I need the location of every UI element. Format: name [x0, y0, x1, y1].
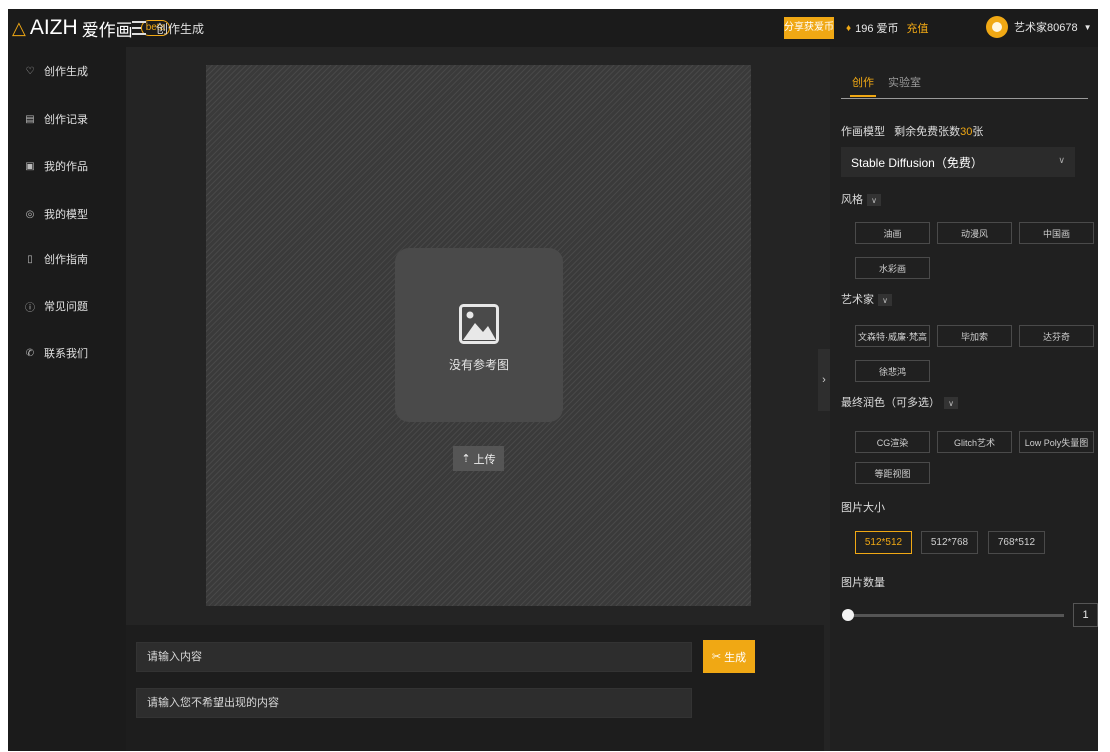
count-label: 图片数量 [841, 577, 885, 589]
finish-label-row[interactable]: 最终润色（可多选） ∨ [841, 394, 958, 410]
model-select-value: Stable Diffusion（免费） [851, 155, 983, 170]
sidebar-item-faq[interactable]: ⓘ 常见问题 [8, 294, 126, 318]
logo-triangle-icon: △ [12, 17, 26, 38]
user-menu[interactable]: 艺术家80678 ▼ [986, 16, 1092, 38]
model-label-row: 作画模型 剩余免费张数30张 [841, 123, 983, 139]
finish-option[interactable]: CG渲染 [855, 431, 930, 453]
bulb-icon: ♡ [25, 65, 35, 77]
count-slider-thumb[interactable] [842, 609, 854, 621]
style-option[interactable]: 油画 [855, 222, 930, 244]
panel-tabs: 创作 实验室 [841, 74, 1088, 99]
size-option-768x512[interactable]: 768*512 [988, 531, 1045, 554]
sidebar-item-contact[interactable]: ✆ 联系我们 [8, 341, 126, 365]
style-option[interactable]: 中国画 [1019, 222, 1094, 244]
artist-label: 艺术家 [841, 294, 874, 306]
artist-option[interactable]: 徐悲鸿 [855, 360, 930, 382]
sidebar-item-label: 创作生成 [44, 66, 88, 78]
sidebar-item-label: 创作记录 [44, 114, 88, 126]
app-window: △ AIZH 爱作画 beta 创作生成 分享获爱币 ♦ 196 爱币 充值 艺… [8, 9, 1098, 751]
top-bar: △ AIZH 爱作画 beta 创作生成 分享获爱币 ♦ 196 爱币 充值 艺… [8, 9, 1098, 47]
free-unit: 张 [972, 126, 984, 138]
chevron-down-icon: ∨ [1058, 155, 1065, 165]
logo-text: AIZH [29, 16, 78, 39]
artist-option[interactable]: 毕加索 [937, 325, 1012, 347]
avatar [986, 16, 1008, 38]
size-label: 图片大小 [841, 502, 885, 514]
sidebar-item-label: 我的模型 [44, 209, 88, 221]
chevron-down-icon: ∨ [944, 397, 958, 410]
style-label: 风格 [841, 194, 863, 206]
chevron-down-icon: ∨ [867, 194, 881, 207]
finish-label: 最终润色（可多选） [841, 397, 940, 409]
settings-panel: 创作 实验室 作画模型 剩余免费张数30张 Stable Diffusion（免… [830, 47, 1098, 751]
breadcrumb: 创作生成 [156, 22, 205, 36]
username: 艺术家80678 [1014, 22, 1078, 34]
magic-wand-icon: ✂ [711, 651, 722, 663]
upload-label: 上传 [473, 453, 496, 466]
logo-cn-text: 爱作画 [81, 20, 133, 40]
tab-lab[interactable]: 实验室 [888, 74, 921, 90]
generate-button[interactable]: ✂ 生成 [703, 640, 755, 673]
prompt-area: ✂ 生成 [126, 625, 824, 751]
gem-icon: ♦ [846, 22, 852, 34]
reference-canvas: 没有参考图 ⇡ 上传 [206, 65, 751, 606]
panel-collapse-handle[interactable]: › [818, 349, 830, 411]
prompt-input[interactable] [136, 642, 692, 672]
artist-label-row[interactable]: 艺术家 ∨ [841, 291, 892, 307]
image-icon [459, 304, 499, 344]
coin-amount: 196 爱币 [855, 23, 899, 35]
size-option-512x512[interactable]: 512*512 [855, 531, 912, 554]
sidebar-item-create[interactable]: ♡ 创作生成 [8, 59, 126, 83]
main-area: 没有参考图 ⇡ 上传 ✂ 生成 [126, 47, 824, 751]
sidebar-item-guide[interactable]: ▯ 创作指南 [8, 247, 126, 271]
share-earn-button[interactable]: 分享获爱币 [784, 17, 834, 39]
generate-label: 生成 [724, 651, 747, 664]
model-icon: ◎ [25, 208, 35, 220]
faq-icon: ⓘ [25, 302, 35, 314]
free-count: 30 [960, 126, 973, 138]
gallery-icon: ▣ [25, 160, 35, 172]
sidebar-item-label: 常见问题 [44, 301, 88, 313]
no-reference-text: 没有参考图 [448, 358, 509, 372]
model-label: 作画模型 [841, 126, 885, 138]
artist-option[interactable]: 达芬奇 [1019, 325, 1094, 347]
upload-icon: ⇡ [461, 453, 471, 465]
chevron-right-icon: › [822, 374, 826, 386]
coin-balance: ♦ 196 爱币 充值 [846, 20, 929, 36]
sidebar-item-label: 创作指南 [44, 254, 88, 266]
artist-option[interactable]: 文森特·威廉·梵高 [855, 325, 930, 347]
sidebar-item-works[interactable]: ▣ 我的作品 [8, 154, 126, 178]
tab-create[interactable]: 创作 [850, 74, 876, 97]
no-reference-placeholder[interactable]: 没有参考图 [395, 248, 563, 422]
sidebar-item-models[interactable]: ◎ 我的模型 [8, 202, 126, 226]
sidebar: ♡ 创作生成 ▤ 创作记录 ▣ 我的作品 ◎ 我的模型 ▯ 创作指南 ⓘ 常见问… [8, 47, 126, 751]
negative-prompt-input[interactable] [136, 688, 692, 718]
style-label-row[interactable]: 风格 ∨ [841, 191, 881, 207]
caret-down-icon: ▼ [1083, 22, 1092, 32]
sidebar-item-label: 我的作品 [44, 161, 88, 173]
size-option-512x768[interactable]: 512*768 [921, 531, 978, 554]
sidebar-item-label: 联系我们 [44, 348, 88, 360]
model-select[interactable]: Stable Diffusion（免费） ∨ [841, 147, 1075, 177]
guide-icon: ▯ [27, 253, 33, 265]
upload-button[interactable]: ⇡ 上传 [453, 446, 504, 471]
menu-toggle-icon[interactable] [132, 21, 146, 35]
chevron-down-icon: ∨ [878, 294, 892, 307]
finish-option[interactable]: Glitch艺术 [937, 431, 1012, 453]
record-icon: ▤ [25, 113, 35, 125]
count-value[interactable]: 1 [1073, 603, 1098, 627]
recharge-link[interactable]: 充值 [907, 20, 929, 36]
free-label: 剩余免费张数 [894, 126, 961, 138]
finish-option[interactable]: 等距视图 [855, 462, 930, 484]
finish-option[interactable]: Low Poly失量图 [1019, 431, 1094, 453]
style-option[interactable]: 水彩画 [855, 257, 930, 279]
style-option[interactable]: 动漫风 [937, 222, 1012, 244]
sidebar-item-records[interactable]: ▤ 创作记录 [8, 107, 126, 131]
count-slider-track[interactable] [848, 614, 1064, 617]
logo[interactable]: △ AIZH 爱作画 beta [12, 16, 171, 40]
phone-icon: ✆ [25, 347, 35, 359]
